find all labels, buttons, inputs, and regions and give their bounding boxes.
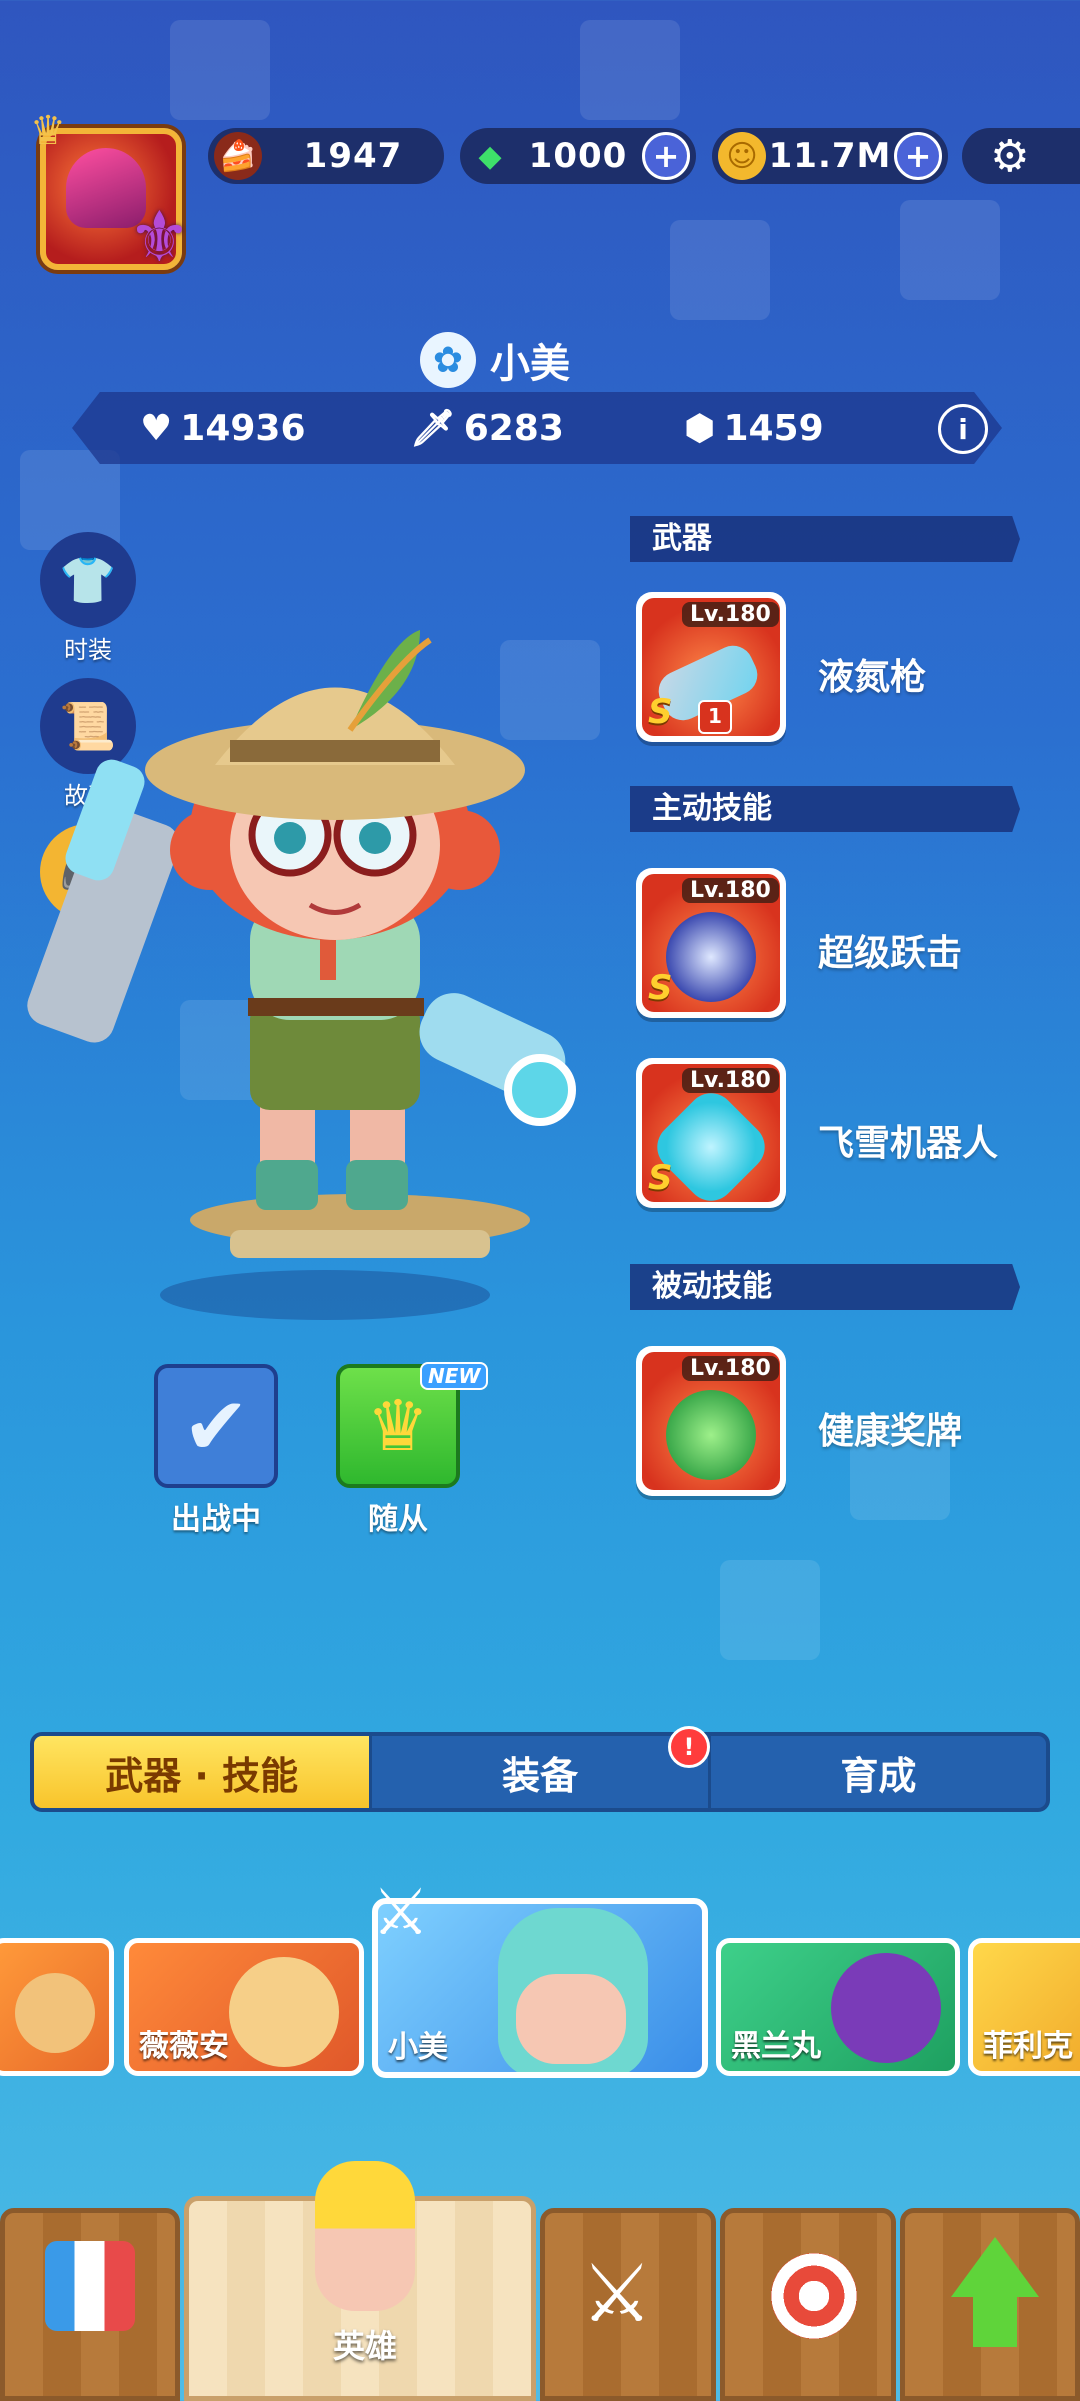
passive-skill-card[interactable]: Lv.180 — [636, 1346, 786, 1496]
stat-defense-value: 1459 — [723, 407, 824, 449]
hero-card-name: 薇薇安 — [139, 2029, 229, 2064]
nav-battle[interactable]: ⚔ — [540, 2208, 716, 2401]
hero-portrait — [229, 1957, 339, 2067]
gem-icon: ◆ — [478, 138, 502, 174]
skill-level: Lv.180 — [682, 1356, 779, 1381]
weapon-badge: 1 — [698, 700, 732, 734]
cake-icon: 🍰 — [214, 132, 262, 180]
weapon-name: 液氮枪 — [818, 657, 927, 698]
skill-rank: S — [648, 968, 673, 1008]
crown-face-icon: ♛ — [366, 1385, 430, 1467]
crossed-swords-icon: ⚔ — [372, 1876, 430, 1950]
shirt-icon: 👕 — [40, 532, 136, 628]
stat-attack: 🗡 6283 — [410, 407, 564, 450]
active-skill-card-1[interactable]: Lv.180 S — [636, 868, 786, 1018]
bg-flower — [880, 180, 1020, 320]
nav-shop[interactable] — [0, 2208, 180, 2401]
target-icon — [771, 2253, 857, 2339]
crown-icon: ♛ — [30, 108, 66, 154]
battle-icon: ⚔ — [581, 2247, 653, 2340]
weapon-level: Lv.180 — [682, 602, 779, 627]
upgrade-arrow-stem — [973, 2297, 1017, 2347]
resource-cake[interactable]: 🍰 1947 — [208, 128, 444, 184]
resource-value: 11.7M — [768, 136, 892, 176]
passive-skill-name: 健康奖牌 — [818, 1411, 963, 1452]
equipment-alert-badge: ! — [668, 1726, 710, 1768]
hero-card[interactable] — [0, 1938, 114, 2076]
hero-card-name: 小美 — [388, 2030, 448, 2065]
super-leap-icon — [666, 912, 756, 1002]
stat-health-value: 14936 — [180, 407, 306, 449]
sword-icon: 🗡 — [410, 408, 456, 449]
resource-value: 1000 — [528, 136, 628, 176]
fleur-de-lis-icon: ⚜ — [128, 196, 191, 278]
new-tag: NEW — [420, 1362, 489, 1390]
stat-defense: ⬢ 1459 — [684, 408, 824, 449]
shield-icon: ⬢ — [684, 407, 716, 449]
hero-name-row: ✿ 小美 — [420, 330, 570, 390]
skill-level: Lv.180 — [682, 1068, 779, 1093]
follower-label: 随从 — [368, 1502, 428, 1537]
deploy-toggle[interactable]: ✔ — [154, 1364, 278, 1488]
shop-icon — [45, 2241, 135, 2331]
hero-card-kuroranmaru[interactable]: 黑兰丸 — [716, 1938, 960, 2076]
resource-value: 1947 — [303, 136, 403, 176]
resource-gems[interactable]: ◆ 1000 + — [460, 128, 696, 184]
hero-face — [516, 1974, 626, 2064]
gear-icon: ⚙ — [990, 130, 1030, 182]
nav-target[interactable] — [720, 2208, 896, 2401]
hero-name: 小美 — [490, 341, 570, 387]
nav-upgrade[interactable] — [900, 2208, 1080, 2401]
stat-attack-value: 6283 — [463, 407, 564, 449]
nav-hero-label: 英雄 — [332, 2327, 397, 2365]
passive-skill-header: 被动技能 — [630, 1264, 1020, 1310]
active-skills-header: 主动技能 — [630, 786, 1020, 832]
element-badge-icon: ✿ — [420, 332, 476, 388]
hero-portrait — [15, 1973, 95, 2053]
hero-card-vivian[interactable]: 薇薇安 — [124, 1938, 364, 2076]
loadout-tabs: 武器 · 技能 装备 育成 — [30, 1732, 1050, 1812]
checkmark-icon: ✔ — [182, 1379, 250, 1473]
upgrade-arrow-icon — [951, 2237, 1039, 2297]
hero-card-name: 菲利克 — [983, 2029, 1073, 2064]
hero-icon — [315, 2161, 415, 2311]
hero-stats-bar: ♥ 14936 🗡 6283 ⬢ 1459 i — [72, 392, 1002, 464]
settings-button[interactable]: ⚙ — [962, 128, 1080, 184]
hero-portrait — [831, 1953, 941, 2063]
bg-flower — [650, 200, 790, 340]
add-coins-button[interactable]: + — [894, 132, 942, 180]
heart-icon: ♥ — [140, 407, 173, 449]
skill-rank: S — [648, 1158, 673, 1198]
tab-weapon-skill[interactable]: 武器 · 技能 — [34, 1736, 373, 1808]
player-avatar[interactable]: ♛ ⚜ — [28, 108, 198, 278]
health-medal-icon — [666, 1390, 756, 1480]
weapon-section-header: 武器 — [630, 516, 1020, 562]
add-gems-button[interactable]: + — [642, 132, 690, 180]
stat-health: ♥ 14936 — [140, 408, 306, 449]
nav-hero[interactable]: 英雄 — [184, 2161, 536, 2401]
deploy-label: 出战中 — [171, 1502, 261, 1537]
tab-cultivate[interactable]: 育成 — [711, 1736, 1046, 1808]
active-skill-card-2[interactable]: Lv.180 S — [636, 1058, 786, 1208]
weapon-card[interactable]: Lv.180 S 1 — [636, 592, 786, 742]
skill-level: Lv.180 — [682, 878, 779, 903]
coin-icon: ☺ — [718, 132, 766, 180]
resource-coins[interactable]: ☺ 11.7M + — [712, 128, 948, 184]
hero-character-illustration — [27, 630, 576, 1258]
hero-card-felix[interactable]: 菲利克 — [968, 1938, 1080, 2076]
weapon-rank: S — [648, 692, 673, 732]
hero-card-name: 黑兰丸 — [731, 2029, 821, 2064]
active-skill-name-1: 超级跃击 — [818, 933, 963, 974]
info-icon[interactable]: i — [938, 404, 988, 454]
active-skill-name-2: 飞雪机器人 — [818, 1123, 999, 1164]
tab-equipment[interactable]: 装备 — [372, 1736, 711, 1808]
bg-flower — [700, 1540, 840, 1680]
bg-flower — [560, 0, 700, 140]
